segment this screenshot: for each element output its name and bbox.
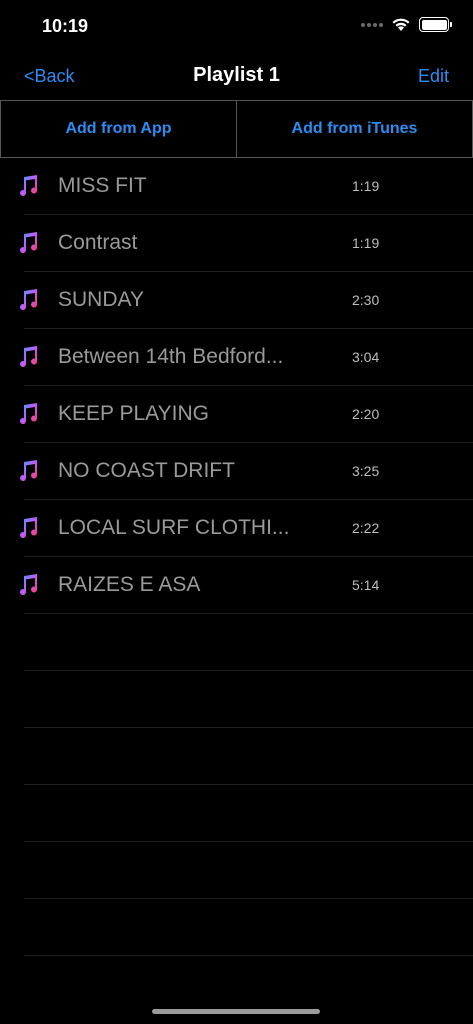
song-title: NO COAST DRIFT xyxy=(58,459,235,482)
page-title: Playlist 1 xyxy=(193,64,280,86)
song-title: RAIZES E ASA xyxy=(58,573,201,596)
empty-row-separator xyxy=(24,614,473,671)
song-title: LOCAL SURF CLOTHI... xyxy=(58,516,290,539)
empty-row-separator xyxy=(24,899,473,956)
song-duration: 3:04 xyxy=(352,349,380,365)
cellular-signal-icon xyxy=(361,22,383,27)
add-from-itunes-button[interactable]: Add from iTunes xyxy=(236,101,473,157)
song-duration: 2:20 xyxy=(352,406,380,422)
song-duration: 1:19 xyxy=(352,178,380,194)
music-note-icon xyxy=(20,517,38,539)
song-row[interactable]: Between 14th Bedford... 3:04 xyxy=(20,329,473,386)
add-from-app-button[interactable]: Add from App xyxy=(0,101,236,157)
music-note-icon xyxy=(20,175,38,197)
song-row[interactable]: RAIZES E ASA 5:14 xyxy=(20,557,473,614)
song-duration: 3:25 xyxy=(352,463,380,479)
song-duration: 1:19 xyxy=(352,235,380,251)
song-title: Contrast xyxy=(58,231,138,254)
empty-row-separator xyxy=(24,671,473,728)
song-title: KEEP PLAYING xyxy=(58,402,209,425)
empty-row-separator xyxy=(24,785,473,842)
song-title: MISS FIT xyxy=(58,174,147,197)
music-note-icon xyxy=(20,289,38,311)
song-title: SUNDAY xyxy=(58,288,144,311)
status-icons xyxy=(361,17,452,32)
status-bar: 10:19 xyxy=(0,0,473,52)
song-row[interactable]: SUNDAY 2:30 xyxy=(20,272,473,329)
song-row[interactable]: MISS FIT 1:19 xyxy=(20,158,473,215)
song-duration: 5:14 xyxy=(352,577,380,593)
song-duration: 2:22 xyxy=(352,520,380,536)
edit-button[interactable]: Edit xyxy=(418,66,449,87)
empty-row-separator xyxy=(24,728,473,785)
wifi-icon xyxy=(392,18,410,31)
song-row[interactable]: LOCAL SURF CLOTHI... 2:22 xyxy=(20,500,473,557)
song-title: Between 14th Bedford... xyxy=(58,345,284,368)
song-row[interactable]: KEEP PLAYING 2:20 xyxy=(20,386,473,443)
music-note-icon xyxy=(20,232,38,254)
status-time: 10:19 xyxy=(42,16,89,36)
song-row[interactable]: NO COAST DRIFT 3:25 xyxy=(20,443,473,500)
song-list: MISS FIT 1:19 Contrast 1:19 SUNDAY 2:30 … xyxy=(0,158,473,956)
music-note-icon xyxy=(20,460,38,482)
song-row[interactable]: Contrast 1:19 xyxy=(20,215,473,272)
music-note-icon xyxy=(20,346,38,368)
home-indicator[interactable] xyxy=(152,1009,320,1014)
navigation-bar: <Back Playlist 1 Edit xyxy=(0,52,473,100)
empty-row-separator xyxy=(24,842,473,899)
music-note-icon xyxy=(20,574,38,596)
add-buttons-bar: Add from App Add from iTunes xyxy=(0,100,473,158)
battery-icon xyxy=(419,17,452,32)
song-duration: 2:30 xyxy=(352,292,380,308)
music-note-icon xyxy=(20,403,38,425)
